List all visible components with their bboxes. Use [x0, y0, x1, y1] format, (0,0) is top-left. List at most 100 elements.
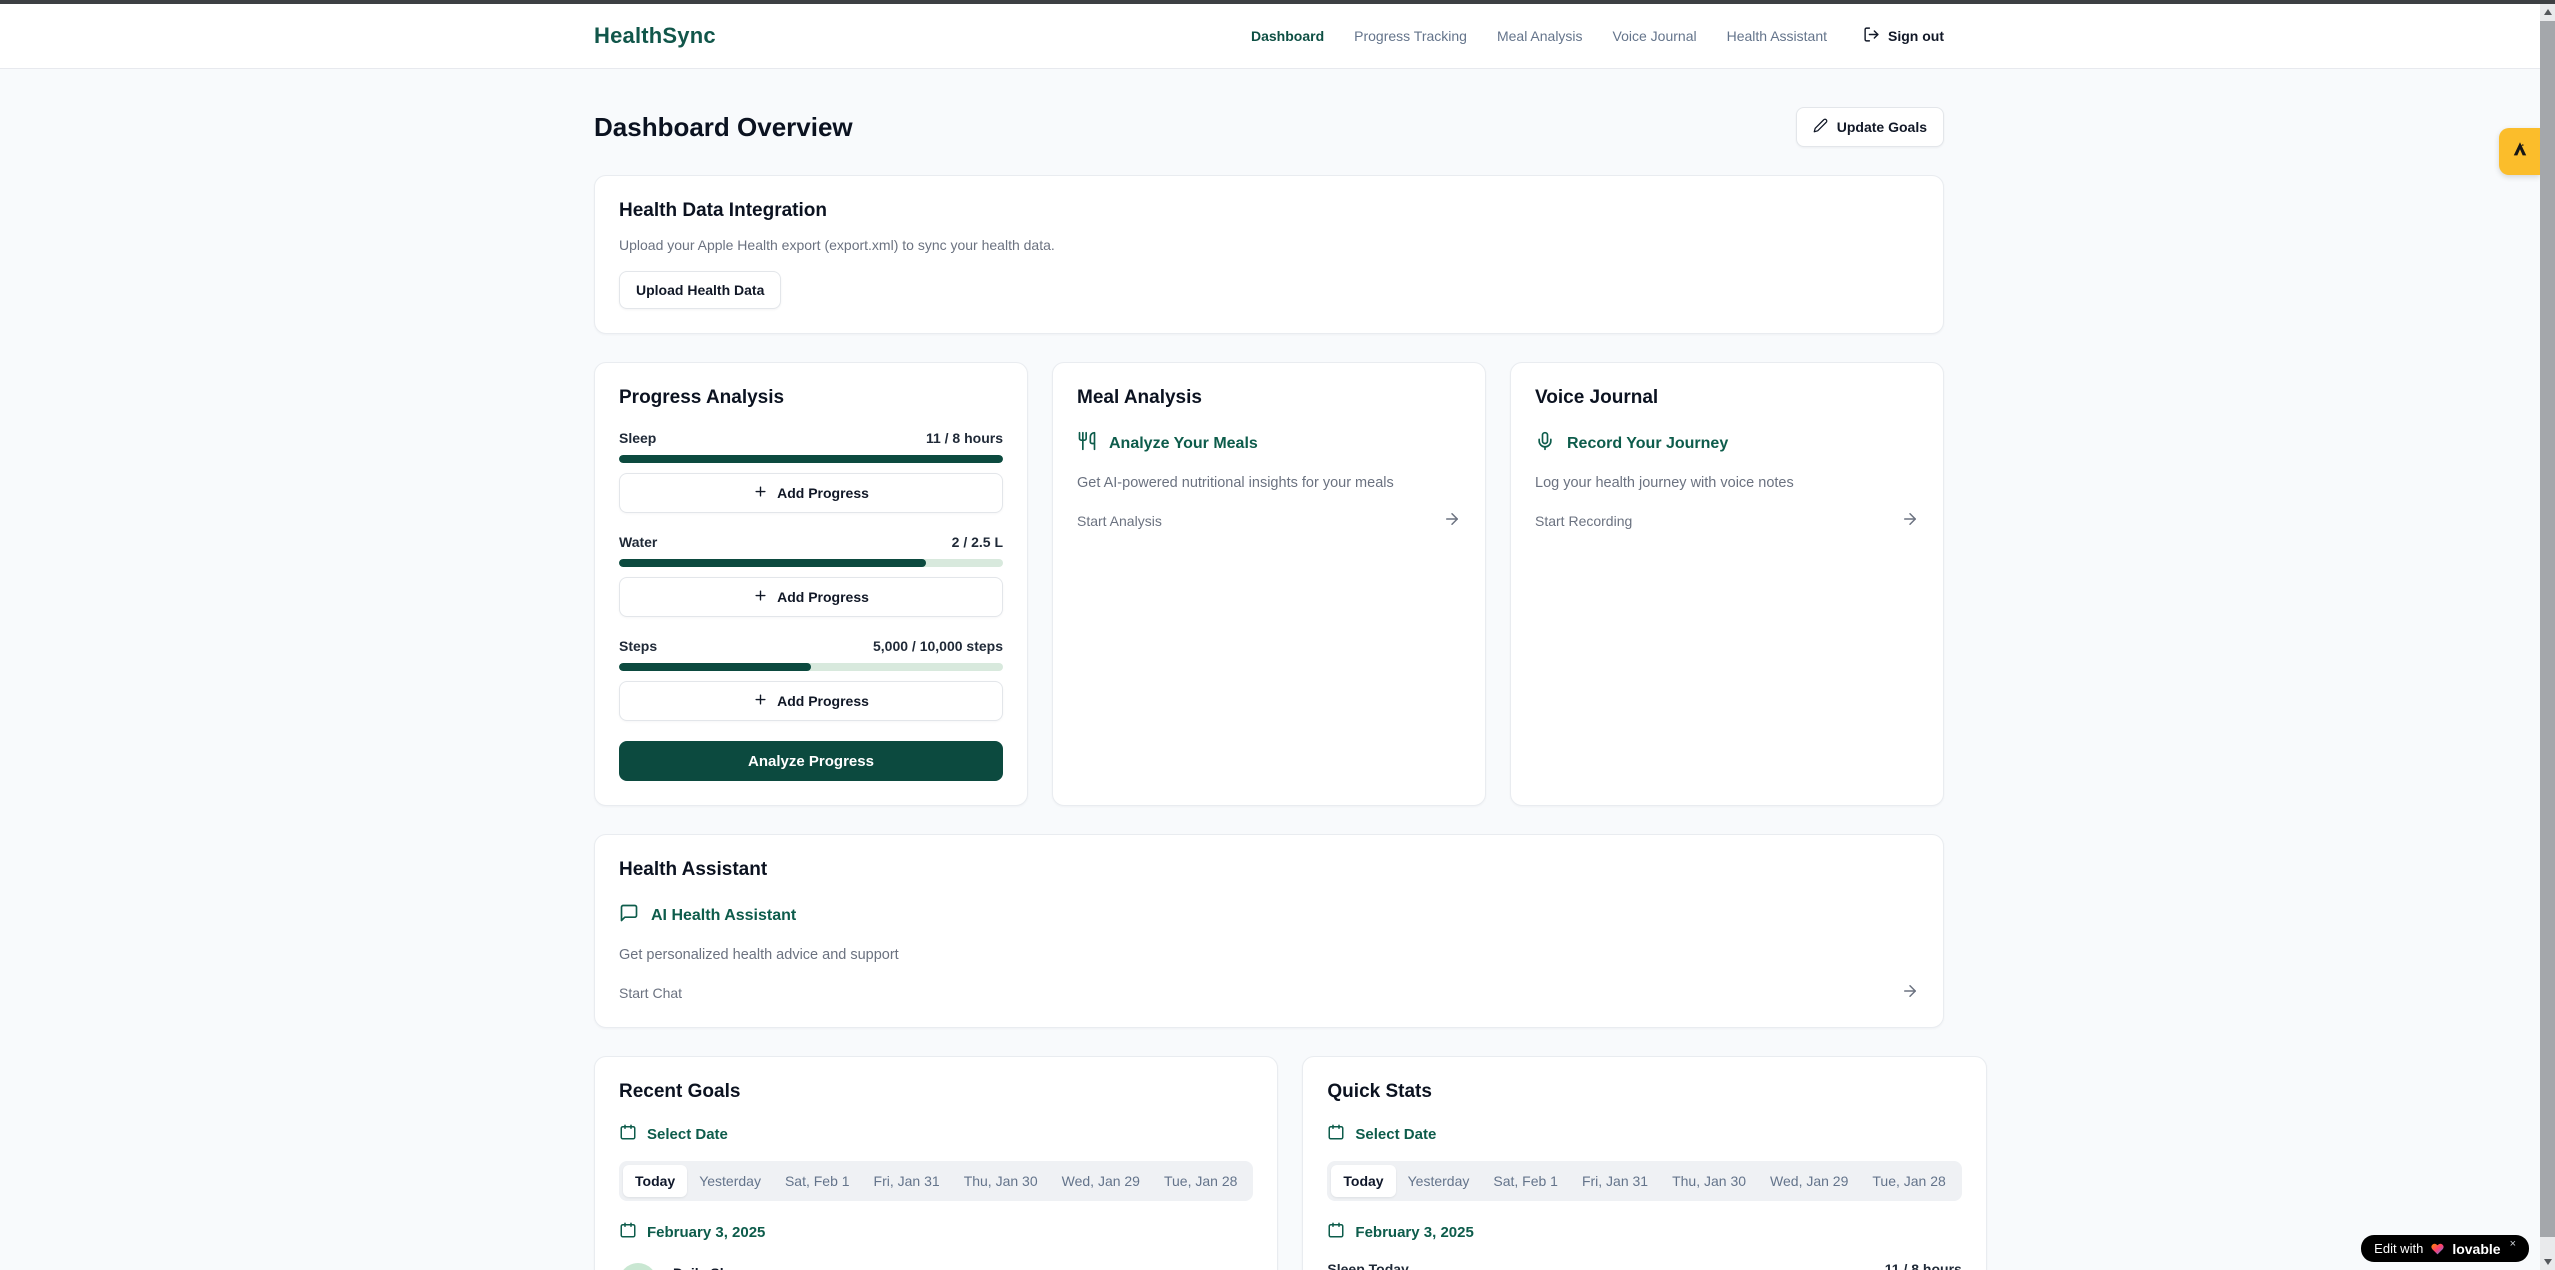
pencil-icon [1813, 118, 1828, 136]
voice-journal-card: Voice Journal Record Your Journey Log yo… [1510, 362, 1944, 806]
sign-out-button[interactable]: Sign out [1863, 26, 1944, 46]
add-progress-label: Add Progress [777, 485, 869, 501]
tab-sat-feb-1[interactable]: Sat, Feb 1 [1481, 1165, 1570, 1197]
badge-close-icon[interactable]: × [2510, 1238, 2516, 1250]
health-data-card: Health Data Integration Upload your Appl… [594, 175, 1944, 334]
tab-thu-jan-30[interactable]: Thu, Jan 30 [952, 1165, 1050, 1197]
nav-meal-analysis[interactable]: Meal Analysis [1497, 28, 1583, 44]
water-add-progress-button[interactable]: Add Progress [619, 577, 1003, 617]
quick-stats-select-date[interactable]: Select Date [1327, 1123, 1961, 1145]
calendar-icon [1327, 1123, 1345, 1145]
lovable-logo-icon [2509, 138, 2531, 165]
current-date-label: February 3, 2025 [1355, 1224, 1473, 1241]
feature-cards-row: Progress Analysis Sleep 11 / 8 hours Add… [594, 362, 1944, 806]
health-data-title: Health Data Integration [619, 200, 1919, 222]
start-analysis-link[interactable]: Start Analysis [1077, 510, 1461, 531]
scrollbar-down-arrow[interactable] [2540, 1254, 2555, 1270]
plus-icon [753, 692, 768, 710]
nav-dashboard[interactable]: Dashboard [1251, 28, 1324, 44]
tab-thu-jan-30[interactable]: Thu, Jan 30 [1660, 1165, 1758, 1197]
health-data-description: Upload your Apple Health export (export.… [619, 237, 1919, 253]
ai-health-assistant-label: AI Health Assistant [651, 907, 796, 925]
select-date-label: Select Date [647, 1126, 728, 1143]
sleep-value: 11 / 8 hours [926, 430, 1003, 446]
tab-yesterday[interactable]: Yesterday [1396, 1165, 1482, 1197]
progress-analysis-card: Progress Analysis Sleep 11 / 8 hours Add… [594, 362, 1028, 806]
quick-stats-current-date[interactable]: February 3, 2025 [1327, 1221, 1961, 1243]
start-chat-label: Start Chat [619, 985, 682, 1001]
nav-voice-journal[interactable]: Voice Journal [1613, 28, 1697, 44]
sleep-label: Sleep [619, 430, 656, 446]
update-goals-button[interactable]: Update Goals [1796, 107, 1944, 147]
page-title: Dashboard Overview [594, 112, 853, 143]
analyze-your-meals-link[interactable]: Analyze Your Meals [1077, 431, 1461, 456]
badge-brand: lovable [2452, 1241, 2500, 1257]
current-date-label: February 3, 2025 [647, 1224, 765, 1241]
bottom-cards-row: Recent Goals Select Date Today Yesterday… [594, 1056, 1944, 1270]
tab-tue-jan-28[interactable]: Tue, Jan 28 [1152, 1165, 1249, 1197]
tab-today[interactable]: Today [1331, 1165, 1395, 1197]
tab-tue-jan-28[interactable]: Tue, Jan 28 [1860, 1165, 1957, 1197]
main-content: Dashboard Overview Update Goals Health D… [594, 69, 1944, 1270]
lovable-side-button[interactable] [2499, 128, 2540, 175]
recent-goals-current-date[interactable]: February 3, 2025 [619, 1221, 1253, 1243]
brand-logo[interactable]: HealthSync [594, 23, 716, 49]
sleep-today-label: Sleep Today [1327, 1261, 1408, 1270]
check-circle-icon [619, 1263, 657, 1270]
microphone-icon [1535, 431, 1555, 456]
edit-with-lovable-badge[interactable]: Edit with lovable × [2361, 1235, 2529, 1262]
steps-progress-fill [619, 663, 811, 671]
recent-goals-card: Recent Goals Select Date Today Yesterday… [594, 1056, 1278, 1270]
tab-wed-jan-29[interactable]: Wed, Jan 29 [1050, 1165, 1152, 1197]
badge-prefix: Edit with [2374, 1241, 2423, 1256]
recent-goals-title: Recent Goals [619, 1081, 1253, 1103]
tab-wed-jan-29[interactable]: Wed, Jan 29 [1758, 1165, 1860, 1197]
heart-icon [2430, 1242, 2445, 1256]
upload-health-data-button[interactable]: Upload Health Data [619, 271, 781, 309]
steps-value: 5,000 / 10,000 steps [873, 638, 1003, 654]
calendar-icon [1327, 1221, 1345, 1243]
tab-fri-jan-31[interactable]: Fri, Jan 31 [862, 1165, 952, 1197]
update-goals-label: Update Goals [1837, 119, 1927, 135]
steps-progress-bar [619, 663, 1003, 671]
plus-icon [753, 588, 768, 606]
record-your-journey-link[interactable]: Record Your Journey [1535, 431, 1919, 456]
progress-analysis-title: Progress Analysis [619, 387, 1003, 409]
vertical-scrollbar[interactable] [2540, 4, 2555, 1270]
tab-sat-feb-1[interactable]: Sat, Feb 1 [773, 1165, 862, 1197]
start-chat-link[interactable]: Start Chat [619, 982, 1919, 1003]
sleep-progress-bar [619, 455, 1003, 463]
recent-goals-select-date[interactable]: Select Date [619, 1123, 1253, 1145]
calendar-icon [619, 1123, 637, 1145]
tab-yesterday[interactable]: Yesterday [687, 1165, 773, 1197]
tab-fri-jan-31[interactable]: Fri, Jan 31 [1570, 1165, 1660, 1197]
nav-health-assistant[interactable]: Health Assistant [1727, 28, 1827, 44]
quick-stats-title: Quick Stats [1327, 1081, 1961, 1103]
sleep-add-progress-button[interactable]: Add Progress [619, 473, 1003, 513]
analyze-progress-button[interactable]: Analyze Progress [619, 741, 1003, 781]
add-progress-label: Add Progress [777, 693, 869, 709]
main-nav: Dashboard Progress Tracking Meal Analysi… [1251, 26, 1944, 46]
start-analysis-label: Start Analysis [1077, 513, 1162, 529]
health-assistant-description: Get personalized health advice and suppo… [619, 947, 1919, 963]
start-recording-link[interactable]: Start Recording [1535, 510, 1919, 531]
steps-add-progress-button[interactable]: Add Progress [619, 681, 1003, 721]
sleep-progress-fill [619, 455, 1003, 463]
scrollbar-up-arrow[interactable] [2540, 4, 2555, 20]
water-label: Water [619, 534, 657, 550]
sleep-today-value: 11 / 8 hours [1885, 1261, 1962, 1270]
nav-progress-tracking[interactable]: Progress Tracking [1354, 28, 1467, 44]
record-your-journey-label: Record Your Journey [1567, 435, 1728, 453]
calendar-icon [619, 1221, 637, 1243]
ai-health-assistant-link[interactable]: AI Health Assistant [619, 903, 1919, 928]
sleep-metric: Sleep 11 / 8 hours Add Progress [619, 430, 1003, 513]
water-value: 2 / 2.5 L [952, 534, 1003, 550]
health-assistant-card: Health Assistant AI Health Assistant Get… [594, 834, 1944, 1028]
tab-today[interactable]: Today [623, 1165, 687, 1197]
goal-name: Daily Sleep [673, 1265, 748, 1270]
voice-journal-description: Log your health journey with voice notes [1535, 475, 1919, 491]
select-date-label: Select Date [1355, 1126, 1436, 1143]
water-progress-bar [619, 559, 1003, 567]
arrow-right-icon [1901, 982, 1919, 1003]
scrollbar-thumb[interactable] [2540, 21, 2555, 1237]
